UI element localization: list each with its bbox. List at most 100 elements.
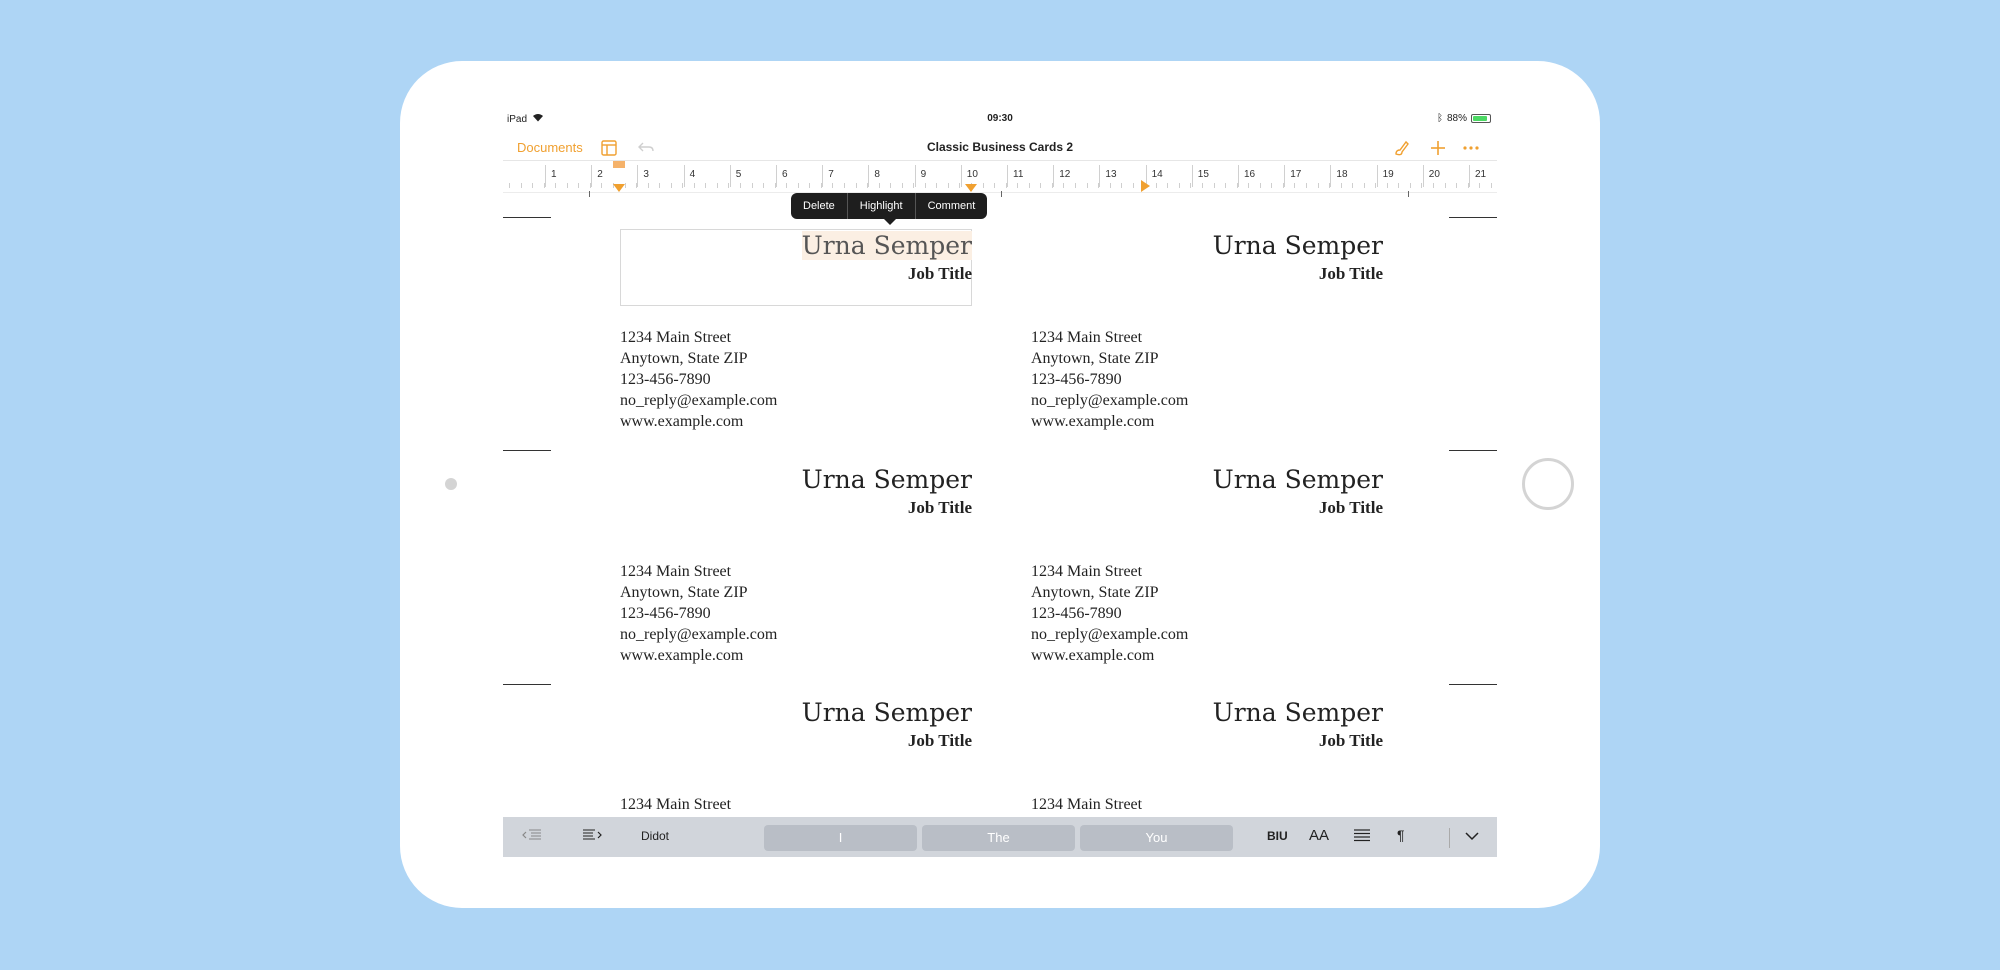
ruler-number: 20 xyxy=(1428,169,1440,180)
card-address-block[interactable]: 1234 Main Street Anytown, State ZIP 123-… xyxy=(620,561,777,666)
highlight-button[interactable]: Highlight xyxy=(848,193,915,219)
card-name[interactable]: Urna Semper xyxy=(802,465,972,494)
suggestion-3[interactable]: You xyxy=(1080,825,1233,851)
chevron-down-icon[interactable] xyxy=(1465,830,1479,844)
ruler-number: 16 xyxy=(1244,169,1256,180)
cut-line xyxy=(1449,684,1497,685)
ruler-tick xyxy=(1284,165,1286,187)
ruler-number: 12 xyxy=(1059,169,1071,180)
ruler-number: 2 xyxy=(597,169,603,180)
home-button[interactable] xyxy=(1522,458,1574,510)
ruler-tick xyxy=(1469,165,1470,187)
business-card[interactable]: Urna Semper Job Title 1234 Main Street A… xyxy=(620,229,972,451)
increase-indent-icon[interactable] xyxy=(581,828,603,845)
card-name[interactable]: Urna Semper xyxy=(801,231,972,260)
ruler-tick xyxy=(868,165,870,187)
battery-icon xyxy=(1471,114,1491,123)
suggestion-2[interactable]: The xyxy=(922,825,1075,851)
bluetooth-icon: ᛒ xyxy=(1436,113,1443,124)
card-address-block[interactable]: 1234 Main Street Anytown, State ZIP 123-… xyxy=(620,327,777,432)
ruler-tick xyxy=(591,165,593,187)
more-icon[interactable] xyxy=(1461,138,1481,158)
delete-button[interactable]: Delete xyxy=(791,193,847,219)
camera xyxy=(445,478,457,490)
margin-mark xyxy=(1001,191,1002,197)
card-job-title[interactable]: Job Title xyxy=(908,498,972,518)
business-card[interactable]: Urna Semper Job Title 1234 Main Street A… xyxy=(1031,465,1383,685)
edit-menu: Delete Highlight Comment xyxy=(791,193,988,225)
card-name[interactable]: Urna Semper xyxy=(802,698,972,727)
ruler-tick xyxy=(1191,165,1193,187)
business-card[interactable]: Urna Semper Job Title 1234 Main Street A… xyxy=(1031,231,1383,451)
ruler-tick xyxy=(1422,165,1424,187)
ruler-tick xyxy=(1099,165,1101,187)
add-icon[interactable] xyxy=(1428,138,1448,158)
card-name[interactable]: Urna Semper xyxy=(1213,231,1383,260)
ruler-number: 10 xyxy=(966,169,978,180)
status-bar: iPad 09:30 ᛒ 88% xyxy=(503,108,1497,130)
ruler-number: 15 xyxy=(1197,169,1209,180)
margin-mark xyxy=(1408,191,1409,197)
ruler-number: 21 xyxy=(1475,169,1487,180)
status-time: 09:30 xyxy=(987,113,1013,124)
ruler-tick xyxy=(637,165,639,187)
business-card[interactable]: Urna Semper Job Title 1234 Main Street A… xyxy=(620,465,972,685)
separator xyxy=(1449,828,1450,848)
ruler-number: 9 xyxy=(920,169,927,180)
ruler-number: 19 xyxy=(1382,169,1394,180)
bold-italic-underline-button[interactable]: BIU xyxy=(1267,829,1288,843)
documents-button[interactable]: Documents xyxy=(517,140,583,155)
decrease-indent-icon[interactable] xyxy=(521,828,543,845)
ruler-tick xyxy=(776,165,777,187)
paragraph-icon[interactable]: ¶ xyxy=(1397,827,1405,843)
card-job-title[interactable]: Job Title xyxy=(1319,498,1383,518)
ruler-number: 1 xyxy=(551,169,557,180)
card-name[interactable]: Urna Semper xyxy=(1213,465,1383,494)
view-options-icon[interactable] xyxy=(599,138,619,158)
ruler-number: 18 xyxy=(1336,169,1348,180)
card-address-block[interactable]: 1234 Main Street xyxy=(620,794,731,815)
comment-button[interactable]: Comment xyxy=(916,193,988,219)
ruler-number: 13 xyxy=(1105,169,1117,180)
ruler-number: 11 xyxy=(1013,169,1024,180)
screen: iPad 09:30 ᛒ 88% Documents Classic Busin… xyxy=(503,108,1497,857)
left-indent-marker[interactable] xyxy=(613,184,625,192)
cut-line xyxy=(503,450,551,451)
ruler-tick xyxy=(1007,165,1008,187)
card-job-title[interactable]: Job Title xyxy=(908,731,972,751)
ruler-tick xyxy=(1053,165,1055,187)
ruler[interactable]: 1 2 3 4 5 6 7 8 9 10 11 12 13 14 15 16 17 18 19 20 21 xyxy=(503,160,1497,197)
card-job-title[interactable]: Job Title xyxy=(1319,731,1383,751)
ruler-tick xyxy=(914,165,916,187)
cut-line xyxy=(1449,217,1497,218)
font-name-button[interactable]: Didot xyxy=(641,829,669,843)
card-job-title[interactable]: Job Title xyxy=(1319,264,1383,284)
ruler-number: 6 xyxy=(782,169,788,180)
ruler-tick xyxy=(1330,165,1332,187)
card-name[interactable]: Urna Semper xyxy=(1213,698,1383,727)
card-address-block[interactable]: 1234 Main Street xyxy=(1031,794,1142,815)
first-line-indent-marker[interactable] xyxy=(613,161,625,168)
cut-line xyxy=(503,217,551,218)
ruler-number: 3 xyxy=(643,169,649,180)
card-job-title[interactable]: Job Title xyxy=(908,264,972,284)
ruler-number: 7 xyxy=(828,169,834,180)
margin-mark xyxy=(589,191,590,197)
ruler-tick xyxy=(960,165,962,187)
cut-line xyxy=(503,684,551,685)
font-size-button[interactable]: AA xyxy=(1309,827,1329,844)
format-brush-icon[interactable] xyxy=(1392,138,1412,158)
ruler-tick xyxy=(545,165,546,187)
undo-icon[interactable] xyxy=(636,138,656,158)
ruler-tick xyxy=(1238,165,1239,187)
card-address-block[interactable]: 1234 Main Street Anytown, State ZIP 123-… xyxy=(1031,561,1188,666)
right-indent-marker[interactable] xyxy=(1141,180,1150,192)
suggestion-1[interactable]: I xyxy=(764,825,917,851)
align-icon[interactable] xyxy=(1353,829,1371,846)
tab-stop-marker[interactable] xyxy=(965,184,977,192)
card-address-block[interactable]: 1234 Main Street Anytown, State ZIP 123-… xyxy=(1031,327,1188,432)
ruler-tick xyxy=(683,165,685,187)
ruler-number: 4 xyxy=(689,169,696,180)
cut-line xyxy=(1449,450,1497,451)
ruler-tick xyxy=(1376,165,1378,187)
